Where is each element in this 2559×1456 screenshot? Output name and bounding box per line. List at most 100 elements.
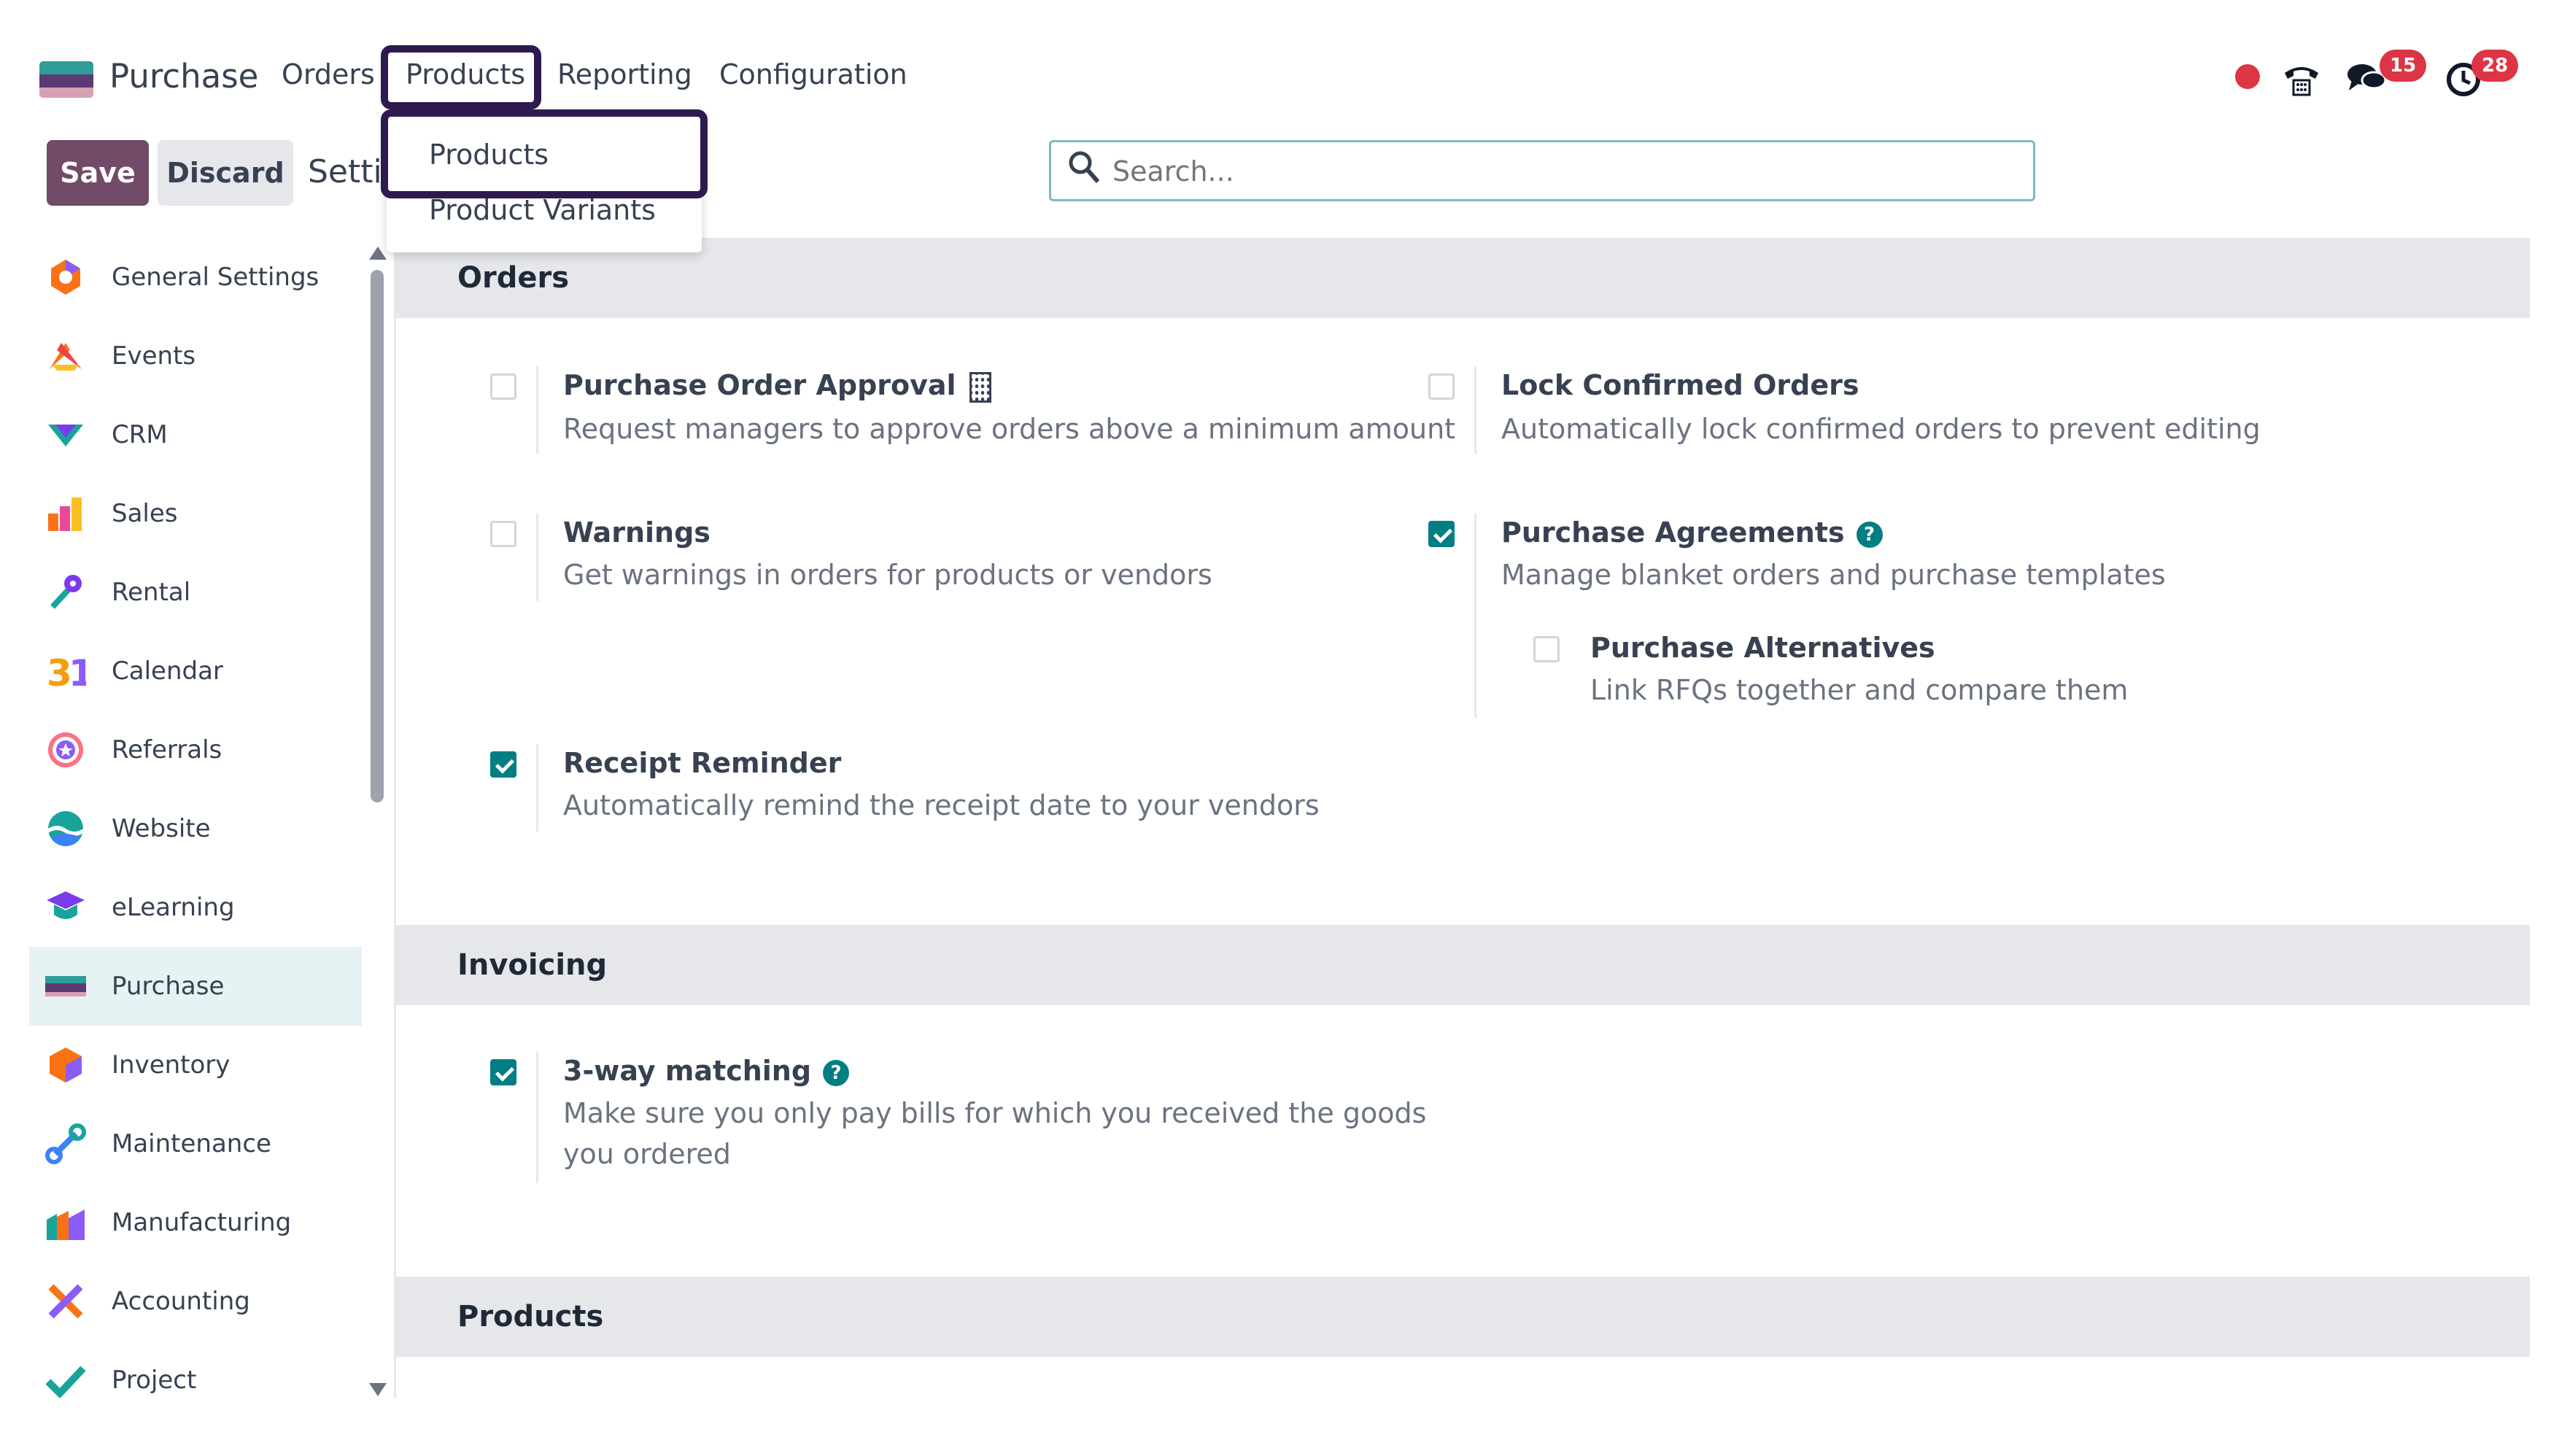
section-title: Products <box>457 1300 604 1333</box>
discard-button[interactable]: Discard <box>158 140 293 206</box>
setting-title: 3-way matching? <box>563 1055 850 1087</box>
warnings-checkbox[interactable] <box>490 521 516 547</box>
inventory-icon <box>50 1048 82 1083</box>
divider <box>536 1052 538 1183</box>
menu-configuration[interactable]: Configuration <box>719 58 907 90</box>
purchase-app-icon[interactable] <box>39 61 93 98</box>
divider <box>1474 366 1476 454</box>
setting-description-cont: you ordered <box>563 1138 731 1170</box>
sidebar-item-website[interactable]: Website <box>29 789 362 868</box>
sidebar-item-label: CRM <box>112 420 168 449</box>
lock-confirmed-orders-checkbox[interactable] <box>1428 373 1455 400</box>
setting-description: Request managers to approve orders above… <box>563 413 1456 445</box>
sidebar-item-label: Purchase <box>112 972 225 1001</box>
help-icon[interactable]: ? <box>1856 521 1883 548</box>
elearning-icon <box>47 891 85 919</box>
sidebar-item-referrals[interactable]: Referrals <box>29 710 362 789</box>
sidebar-item-maintenance[interactable]: Maintenance <box>29 1104 362 1183</box>
messages-badge: 15 <box>2380 50 2427 82</box>
sidebar-item-label: Rental <box>112 578 191 607</box>
three-way-matching-checkbox[interactable] <box>490 1059 516 1085</box>
purchase-icon <box>45 976 86 996</box>
setting-description: Manage blanket orders and purchase templ… <box>1501 559 2166 591</box>
three-way-matching-title: 3-way matching <box>563 1055 812 1087</box>
referrals-icon <box>48 732 83 767</box>
activities-badge: 28 <box>2471 50 2519 82</box>
sidebar-item-label: Website <box>112 814 211 843</box>
crm-icon <box>48 425 83 446</box>
section-header-invoicing: Invoicing <box>395 925 2530 1005</box>
products-dropdown-menu: Products Product Variants <box>381 109 708 252</box>
rental-icon <box>50 575 82 609</box>
sidebar-item-label: Sales <box>112 499 178 528</box>
receipt-reminder-checkbox[interactable] <box>490 751 516 778</box>
record-icon[interactable] <box>2235 64 2260 89</box>
purchase-order-approval-checkbox[interactable] <box>490 373 516 400</box>
sidebar-item-sales[interactable]: Sales <box>29 474 362 553</box>
sidebar-item-rental[interactable]: Rental <box>29 553 362 632</box>
scroll-up-arrow[interactable] <box>369 247 387 260</box>
purchase-order-approval-title: Purchase Order Approval <box>563 369 956 401</box>
sidebar-item-inventory[interactable]: Inventory <box>29 1026 362 1104</box>
accounting-icon <box>48 1284 83 1319</box>
sales-icon <box>48 497 82 531</box>
company-icon <box>969 371 991 403</box>
sidebar-item-accounting[interactable]: Accounting <box>29 1262 362 1341</box>
breadcrumb: Settings <box>308 153 388 190</box>
sidebar-item-label: General Settings <box>112 263 320 292</box>
sidebar-item-events[interactable]: Events <box>29 317 362 395</box>
search-input[interactable] <box>1111 150 1989 193</box>
scroll-down-arrow[interactable] <box>369 1383 387 1396</box>
purchase-agreements-title: Purchase Agreements <box>1501 516 1845 549</box>
divider <box>536 366 538 454</box>
setting-title: Purchase Alternatives <box>1590 632 1935 664</box>
save-button[interactable]: Save <box>47 140 149 206</box>
menu-reporting[interactable]: Reporting <box>557 58 692 90</box>
section-title: Invoicing <box>457 948 608 982</box>
sidebar-item-crm[interactable]: CRM <box>29 395 362 474</box>
setting-title: Purchase Agreements? <box>1501 516 1883 549</box>
purchase-agreements-checkbox[interactable] <box>1428 521 1455 547</box>
setting-title: Warnings <box>563 516 711 549</box>
project-icon <box>45 1366 86 1398</box>
divider <box>536 514 538 601</box>
sidebar-item-label: Maintenance <box>112 1129 271 1158</box>
setting-description: Link RFQs together and compare them <box>1590 674 2129 706</box>
setting-title: Receipt Reminder <box>563 747 842 779</box>
sidebar-item-project[interactable]: Project <box>29 1341 362 1398</box>
sidebar-item-label: Inventory <box>112 1050 231 1080</box>
sidebar-item-purchase[interactable]: Purchase <box>29 947 362 1026</box>
help-icon[interactable]: ? <box>823 1059 850 1086</box>
maintenance-icon <box>45 1123 86 1164</box>
sidebar-scrollbar[interactable] <box>371 270 384 802</box>
setting-title: Lock Confirmed Orders <box>1501 369 1859 401</box>
sidebar-item-elearning[interactable]: eLearning <box>29 868 362 947</box>
general-settings-icon <box>51 260 80 295</box>
search-bar[interactable] <box>1049 140 2035 201</box>
sidebar-item-label: eLearning <box>112 893 235 922</box>
sidebar-item-general-settings[interactable]: General Settings <box>29 238 362 317</box>
sidebar-item-label: Manufacturing <box>112 1208 292 1237</box>
phone-icon[interactable] <box>2282 58 2321 107</box>
divider <box>536 744 538 832</box>
section-header-orders: Orders <box>395 238 2530 318</box>
menu-products[interactable]: Products <box>406 58 525 90</box>
setting-title: Purchase Order Approval <box>563 369 991 403</box>
menu-orders[interactable]: Orders <box>282 58 375 90</box>
app-name[interactable]: Purchase <box>109 57 258 96</box>
website-icon <box>48 811 83 846</box>
events-icon <box>50 343 82 371</box>
dropdown-item-products[interactable]: Products <box>429 139 549 171</box>
sidebar-item-calendar[interactable]: 31 Calendar <box>29 632 362 710</box>
divider <box>1474 514 1476 718</box>
sidebar-item-label: Project <box>112 1366 197 1395</box>
setting-description: Make sure you only pay bills for which y… <box>563 1097 1427 1129</box>
section-header-products: Products <box>395 1277 2530 1357</box>
settings-content: Orders Purchase Order Approval Request m… <box>395 238 2530 1456</box>
dropdown-item-product-variants[interactable]: Product Variants <box>429 194 656 226</box>
purchase-alternatives-checkbox[interactable] <box>1533 636 1560 662</box>
sidebar-item-manufacturing[interactable]: Manufacturing <box>29 1183 362 1262</box>
settings-sidebar: General Settings Events CRM Sales Rental… <box>29 238 396 1398</box>
manufacturing-icon <box>47 1209 85 1240</box>
section-title: Orders <box>457 261 570 295</box>
